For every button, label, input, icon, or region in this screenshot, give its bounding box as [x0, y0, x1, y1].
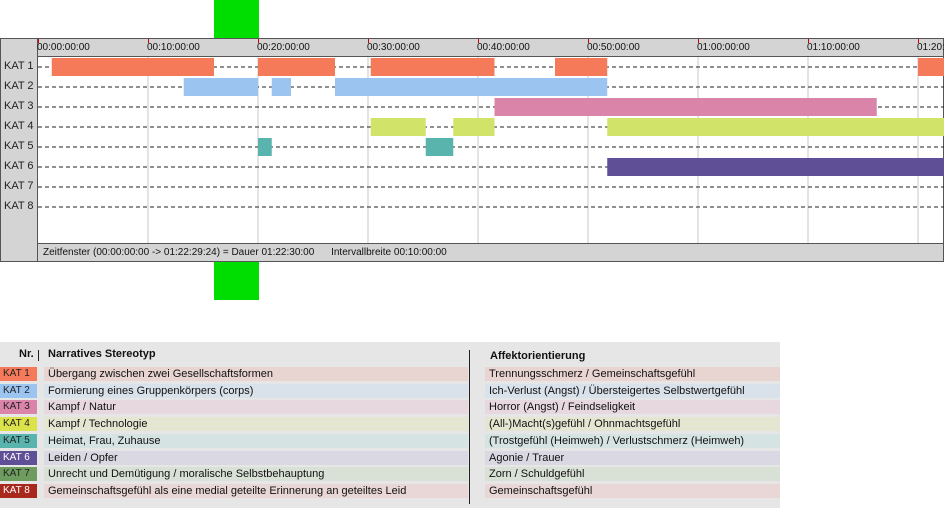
- segment-kat-6: [607, 158, 944, 176]
- time-axis: 00:00:00:00 00:10:00:00 00:20:00:00 00:30:0…: [37, 39, 945, 57]
- legend-stereotype: Heimat, Frau, Zuhause: [44, 433, 468, 448]
- legend-nr: KAT 6: [0, 450, 37, 465]
- legend-row: KAT 5 Heimat, Frau, Zuhause (Trostgefühl (…: [0, 433, 780, 449]
- segment-kat-2: [335, 78, 608, 96]
- legend-stereotype: Unrecht und Demütigung / moralische Selb…: [44, 467, 468, 482]
- category-label: KAT 8: [4, 200, 34, 212]
- tick-label: 00:00:00:00: [37, 42, 90, 53]
- legend-nr: KAT 5: [0, 433, 37, 448]
- tick-label: 00:40:00:00: [477, 42, 530, 53]
- legend-row: KAT 6 Leiden / Opfer Agonie / Trauer: [0, 450, 780, 466]
- segment-kat-1: [555, 58, 608, 76]
- segment-kat-5: [425, 138, 454, 156]
- legend-nr: KAT 2: [0, 383, 37, 398]
- segment-kat-1: [918, 58, 944, 76]
- legend-stereotype: Leiden / Opfer: [44, 450, 468, 465]
- legend-stereotype: Gemeinschaftsgefühl als eine medial gete…: [44, 483, 468, 498]
- segment-kat-4: [453, 118, 495, 136]
- tick-label: 01:10:00:00: [807, 42, 860, 53]
- segment-kat-1: [51, 58, 214, 76]
- legend-nr: KAT 7: [0, 467, 37, 482]
- segment-kat-4: [607, 118, 944, 136]
- legend-nr: KAT 1: [0, 367, 37, 381]
- legend-row: KAT 8 Gemeinschaftsgefühl als eine medial…: [0, 483, 780, 499]
- segment-kat-2: [183, 78, 258, 96]
- legend-header-affect: Affektorientierung: [490, 350, 586, 362]
- legend-stereotype: Kampf / Technologie: [44, 417, 468, 432]
- legend-nr: KAT 3: [0, 400, 37, 415]
- legend-affect: Agonie / Trauer: [485, 450, 780, 465]
- legend-affect: (All-)Macht(s)gefühl / Ohnmachtsgefühl: [485, 417, 780, 432]
- legend-row: KAT 7 Unrecht und Demütigung / moralische…: [0, 466, 780, 482]
- legend-stereotype: Kampf / Natur: [44, 400, 468, 415]
- category-labels: KAT 1 KAT 2 KAT 3 KAT 4 KAT 5 KAT 6 KAT 7 KAT 8: [1, 39, 38, 261]
- legend-header-divider: [38, 350, 39, 361]
- legend-header-nr: Nr.: [19, 348, 34, 360]
- segment-kat-2: [271, 78, 291, 96]
- category-label: KAT 4: [4, 120, 34, 132]
- segment-kat-1: [258, 58, 335, 76]
- legend-affect: Horror (Angst) / Feindseligkeit: [485, 400, 780, 415]
- legend-row: KAT 4 Kampf / Technologie (All-)Macht(s)ge…: [0, 416, 780, 432]
- tick-label: 00:20:00:00: [257, 42, 310, 53]
- marker-block-top: [214, 0, 259, 38]
- category-label: KAT 3: [4, 100, 34, 112]
- footer-interval: Intervallbreite 00:10:00:00: [331, 247, 447, 258]
- legend-affect: Gemeinschaftsgefühl: [485, 483, 780, 498]
- segment-kat-4: [370, 118, 426, 136]
- legend-stereotype: Übergang zwischen zwei Gesellschaftsform…: [44, 367, 468, 381]
- category-label: KAT 2: [4, 80, 34, 92]
- category-label: KAT 6: [4, 160, 34, 172]
- segment-kat-3: [494, 98, 877, 116]
- legend-nr: KAT 4: [0, 417, 37, 432]
- legend-nr: KAT 8: [0, 483, 37, 498]
- tick-label: 00:50:00:00: [587, 42, 640, 53]
- category-label: KAT 7: [4, 180, 34, 192]
- tick-label: 00:30:00:00: [367, 42, 420, 53]
- legend-header-stereotype: Narratives Stereotyp: [48, 348, 156, 360]
- legend-affect: Ich-Verlust (Angst) / Übersteigertes Sel…: [485, 383, 780, 398]
- legend-row: KAT 1 Übergang zwischen zwei Gesellschaft…: [0, 366, 780, 382]
- timeline-chart: KAT 1 KAT 2 KAT 3 KAT 4 KAT 5 KAT 6 KAT 7 KAT 8…: [0, 38, 945, 262]
- timeline-footer: Zeitfenster (00:00:00:00 -> 01:22:29:24)…: [38, 243, 943, 261]
- tick-label: 01:00:00:00: [697, 42, 750, 53]
- legend-affect: (Trostgefühl (Heimweh) / Verlustschmerz …: [485, 433, 780, 448]
- timeline-plot: [38, 57, 944, 245]
- tick-label: 01:20:00:00: [917, 42, 945, 53]
- legend-row: KAT 3 Kampf / Natur Horror (Angst) / Feind…: [0, 399, 780, 415]
- category-label: KAT 1: [4, 60, 34, 72]
- footer-window: Zeitfenster (00:00:00:00 -> 01:22:29:24)…: [43, 247, 315, 258]
- category-label: KAT 5: [4, 140, 34, 152]
- marker-block-bottom: [214, 262, 259, 300]
- segment-kat-1: [370, 58, 495, 76]
- legend-affect: Trennungsschmerz / Gemeinschaftsgefühl: [485, 367, 780, 381]
- legend-stereotype: Formierung eines Gruppenkörpers (corps): [44, 383, 468, 398]
- legend-row: KAT 2 Formierung eines Gruppenkörpers (co…: [0, 383, 780, 399]
- legend-affect: Zorn / Schuldgefühl: [485, 467, 780, 482]
- legend-table: Nr. Narratives Stereotyp Affektorientier…: [0, 342, 780, 508]
- tick-label: 00:10:00:00: [147, 42, 200, 53]
- segment-kat-5: [258, 138, 272, 156]
